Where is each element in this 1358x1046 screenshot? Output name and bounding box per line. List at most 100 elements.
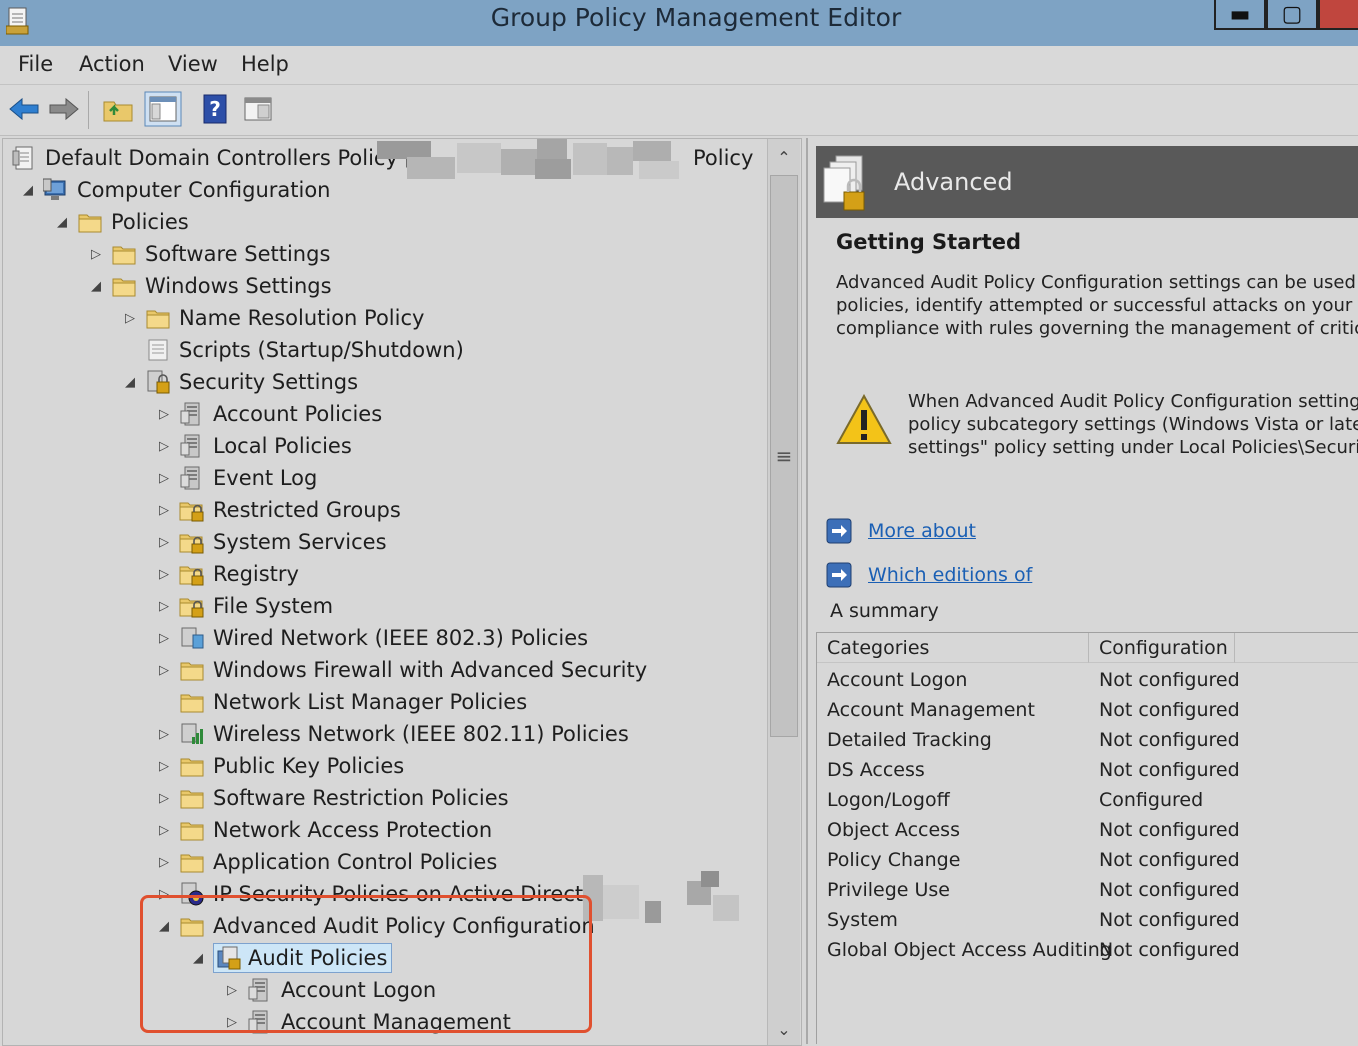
details-header-title: Advanced [894,168,1013,196]
show-action-pane-icon[interactable] [242,93,274,125]
redacted-region [583,871,743,927]
tree-item-root-suffix: Policy [693,146,754,170]
collapse-arrow-icon[interactable]: ◢ [51,211,73,233]
which-editions-link[interactable]: Which editions of [868,564,1032,586]
link-arrow-icon [826,562,852,588]
tree-item-scripts[interactable]: Scripts (Startup/Shutdown) [119,335,464,365]
tree-item-name-resolution-policy[interactable]: ▷ Name Resolution Policy [119,303,424,333]
table-cell-category[interactable]: Account Logon [827,669,967,691]
tree-item-restricted-groups[interactable]: ▷ Restricted Groups [153,495,401,525]
tree-item-network-access-protection[interactable]: ▷ Network Access Protection [153,815,492,845]
tree-item-account-policies[interactable]: ▷ Account Policies [153,399,382,429]
back-arrow-icon[interactable] [8,93,40,125]
scroll-down-icon[interactable]: ⌄ [768,1013,800,1045]
tree-item-network-list-manager[interactable]: Network List Manager Policies [153,687,527,717]
window-title: Group Policy Management Editor [490,3,902,32]
more-about-link-row[interactable]: More about [826,516,976,546]
show-hide-tree-icon[interactable] [144,91,182,127]
menu-view[interactable]: View [168,52,218,76]
table-cell-category[interactable]: Account Management [827,699,1035,721]
folder-lock-icon [179,497,205,523]
collapse-arrow-icon[interactable]: ◢ [119,371,141,393]
folder-icon [179,785,205,811]
tree-item-software-settings[interactable]: ▷ Software Settings [85,239,330,269]
table-cell-category[interactable]: Object Access [827,819,960,841]
expand-arrow-icon[interactable]: ▷ [153,563,175,585]
expand-arrow-icon[interactable]: ▷ [153,787,175,809]
menu-action[interactable]: Action [79,52,145,76]
tree-item-system-services[interactable]: ▷ System Services [153,527,387,557]
column-header-configuration[interactable]: Configuration [1089,633,1235,663]
collapse-arrow-icon[interactable]: ◢ [17,179,39,201]
intro-line-1: Advanced Audit Policy Configuration sett… [836,272,1358,293]
help-icon[interactable]: ? [200,93,232,125]
expand-arrow-icon[interactable]: ▷ [153,467,175,489]
tree-item-event-log[interactable]: ▷ Event Log [153,463,317,493]
tree-item-wired-network[interactable]: ▷ Wired Network (IEEE 802.3) Policies [153,623,588,653]
tree-item-application-control[interactable]: ▷ Application Control Policies [153,847,497,877]
expand-arrow-icon[interactable]: ▷ [153,499,175,521]
scroll-thumb[interactable]: ≡ [770,175,798,737]
tree-item-windows-firewall[interactable]: ▷ Windows Firewall with Advanced Securit… [153,655,647,685]
tree-item-label: Computer Configuration [77,178,331,202]
getting-started-heading: Getting Started [836,230,1022,254]
tree-item-computer-configuration[interactable]: ◢ Computer Configuration [17,175,331,205]
table-cell-configuration: Not configured [1099,729,1240,751]
expand-arrow-icon[interactable]: ▷ [153,659,175,681]
collapse-arrow-icon[interactable]: ◢ [85,275,107,297]
table-cell-category[interactable]: System [827,909,898,931]
tree-item-security-settings[interactable]: ◢ Security Settings [119,367,358,397]
tree-item-windows-settings[interactable]: ◢ Windows Settings [85,271,332,301]
tree-item-label: Wired Network (IEEE 802.3) Policies [213,626,589,650]
expand-arrow-icon[interactable]: ▷ [153,435,175,457]
table-cell-configuration: Not configured [1099,759,1240,781]
expand-arrow-icon[interactable]: ▷ [153,595,175,617]
column-header-categories[interactable]: Categories [817,633,1089,663]
up-folder-icon[interactable] [102,93,134,125]
menu-file[interactable]: File [18,52,53,76]
tree-item-file-system[interactable]: ▷ File System [153,591,333,621]
tree-item-software-restriction[interactable]: ▷ Software Restriction Policies [153,783,509,813]
folder-icon [179,753,205,779]
expand-arrow-icon[interactable]: ▷ [119,307,141,329]
table-cell-configuration: Not configured [1099,879,1240,901]
expand-arrow-icon[interactable]: ▷ [153,403,175,425]
tree-item-policies[interactable]: ◢ Policies [51,207,189,237]
tree-item-wireless-network[interactable]: ▷ Wireless Network (IEEE 802.11) Policie… [153,719,629,749]
tree-item-public-key[interactable]: ▷ Public Key Policies [153,751,404,781]
tree-item-label: Registry [213,562,299,586]
folder-icon [111,241,137,267]
expand-arrow-icon[interactable]: ▷ [153,723,175,745]
which-editions-link-row[interactable]: Which editions of [826,560,1032,590]
tree-scrollbar[interactable]: ⌃ ≡ ⌄ [767,139,800,1045]
forward-arrow-icon[interactable] [48,93,80,125]
tree-item-registry[interactable]: ▷ Registry [153,559,299,589]
expand-arrow-icon[interactable]: ▷ [153,851,175,873]
table-cell-category[interactable]: Detailed Tracking [827,729,992,751]
table-cell-category[interactable]: Privilege Use [827,879,950,901]
summary-table: Categories Configuration Account Logon N… [816,632,1358,1044]
tree-item-local-policies[interactable]: ▷ Local Policies [153,431,352,461]
expand-arrow-icon[interactable]: ▷ [153,627,175,649]
tree-item-label: Local Policies [213,434,352,458]
table-cell-category[interactable]: Global Object Access Auditing [827,939,1112,961]
table-cell-category[interactable]: DS Access [827,759,925,781]
tree-item-label: Windows Settings [145,274,332,298]
table-cell-category[interactable]: Logon/Logoff [827,789,950,811]
maximize-button[interactable]: ▢ [1266,0,1318,30]
table-cell-configuration: Not configured [1099,909,1240,931]
expand-arrow-icon[interactable]: ▷ [153,819,175,841]
expand-arrow-icon[interactable]: ▷ [85,243,107,265]
expand-arrow-icon[interactable]: ▷ [153,531,175,553]
tree-item-root[interactable]: Default Domain Controllers Policy [ [11,143,413,173]
tree-item-label: Restricted Groups [213,498,401,522]
minimize-button[interactable]: ▬ [1214,0,1266,30]
window-controls: ▬ ▢ [1214,0,1358,30]
more-about-link[interactable]: More about [868,520,976,542]
menu-help[interactable]: Help [241,52,289,76]
table-cell-category[interactable]: Policy Change [827,849,960,871]
close-button[interactable] [1318,0,1358,30]
expand-arrow-icon[interactable]: ▷ [153,755,175,777]
tree-item-label: Software Restriction Policies [213,786,509,810]
scroll-up-icon[interactable]: ⌃ [768,141,800,173]
